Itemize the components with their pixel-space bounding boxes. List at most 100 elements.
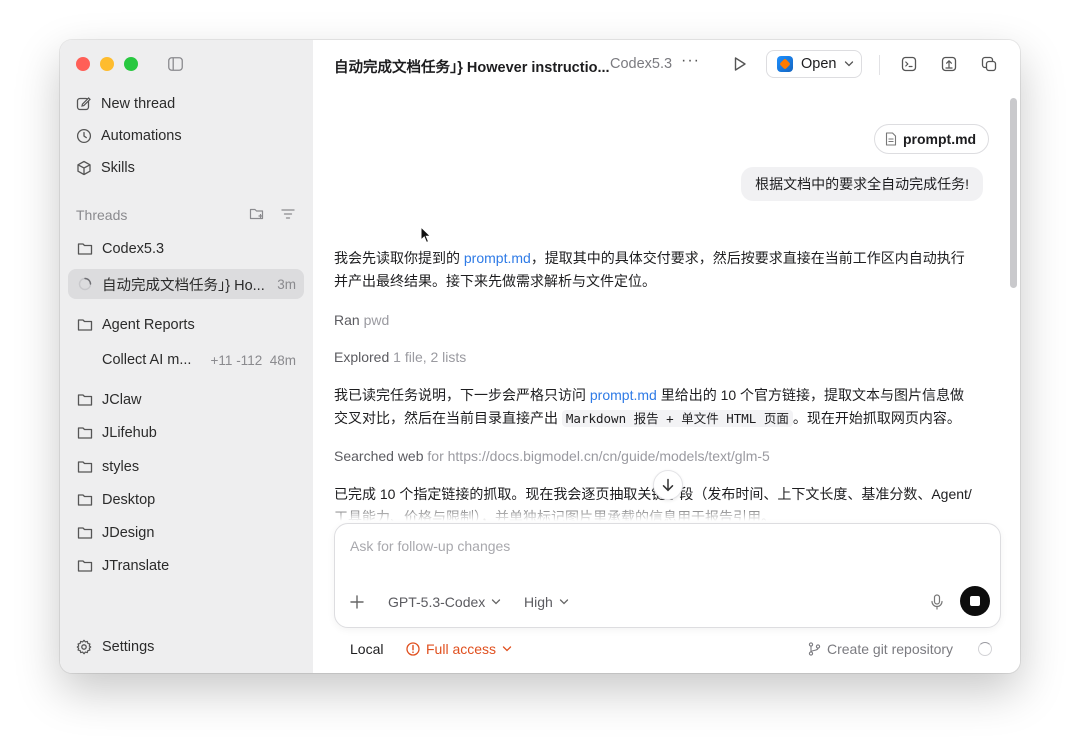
assistant-message: 我会先读取你提到的 prompt.md，提取其中的具体交付要求，然后按要求直接在… bbox=[334, 250, 965, 289]
prompt-file-link[interactable]: prompt.md bbox=[464, 250, 531, 266]
folder-icon bbox=[77, 527, 93, 539]
user-message-bubble: 根据文档中的要求全自动完成任务! bbox=[741, 167, 983, 201]
terminal-icon[interactable] bbox=[901, 56, 917, 72]
open-label: Open bbox=[801, 56, 837, 72]
thread-title: Desktop bbox=[102, 492, 156, 508]
folder-icon bbox=[77, 319, 93, 331]
chevron-down-icon bbox=[502, 646, 512, 652]
loading-spinner-icon bbox=[978, 642, 992, 656]
upload-icon[interactable] bbox=[941, 56, 957, 72]
composer: GPT-5.3-Codex High bbox=[334, 523, 1001, 628]
threads-section-label: Threads bbox=[76, 207, 128, 223]
folder-icon bbox=[77, 394, 93, 406]
folder-icon bbox=[77, 461, 93, 473]
sidebar-folder-codex53[interactable]: Codex5.3 bbox=[68, 234, 304, 264]
sidebar-folder-agent-reports[interactable]: Agent Reports bbox=[68, 310, 304, 340]
thread-title: 自动完成文档任务」} Ho... bbox=[102, 277, 265, 294]
searched-web-log[interactable]: Searched web for https://docs.bigmodel.c… bbox=[334, 448, 770, 464]
settings-label: Settings bbox=[102, 639, 155, 655]
sidebar-folder-jdesign[interactable]: JDesign bbox=[68, 518, 304, 548]
warning-circle-icon bbox=[406, 642, 420, 656]
thread-title: Agent Reports bbox=[102, 317, 195, 333]
cube-icon bbox=[77, 160, 91, 176]
thread-title-heading: 自动完成文档任务」} However instructio... bbox=[334, 60, 610, 76]
new-thread-label: New thread bbox=[101, 96, 176, 112]
sidebar: New thread Automations Skills Threads Co… bbox=[60, 40, 313, 673]
skills-label: Skills bbox=[101, 160, 135, 176]
stop-generation-button[interactable] bbox=[960, 586, 990, 616]
access-level-selector[interactable]: Full access bbox=[406, 641, 512, 657]
chevron-down-icon bbox=[559, 599, 568, 605]
diff-added: +11 bbox=[210, 352, 233, 368]
thread-time: 48m bbox=[269, 352, 296, 368]
maximize-window-button[interactable] bbox=[124, 57, 138, 71]
mouse-cursor-icon bbox=[420, 226, 432, 244]
minimize-window-button[interactable] bbox=[100, 57, 114, 71]
conversation-scrollbar[interactable] bbox=[1010, 98, 1017, 288]
sidebar-thread-active[interactable]: 自动完成文档任务」} Ho... 3m bbox=[68, 269, 304, 299]
main-panel: 自动完成文档任务」} However instructio... Codex5.… bbox=[313, 40, 1020, 673]
thread-diff-stats: +11 -112 48m bbox=[211, 353, 296, 368]
gear-icon bbox=[76, 639, 92, 655]
access-label: Full access bbox=[426, 641, 497, 657]
ran-command-log[interactable]: Ran pwd bbox=[334, 312, 389, 328]
copy-window-icon[interactable] bbox=[981, 56, 997, 72]
git-branch-icon bbox=[808, 642, 821, 656]
app-window: New thread Automations Skills Threads Co… bbox=[60, 40, 1020, 673]
thread-title: styles bbox=[102, 459, 140, 475]
open-in-app-button[interactable]: Open bbox=[766, 50, 862, 78]
clock-icon bbox=[76, 128, 92, 144]
close-window-button[interactable] bbox=[76, 57, 90, 71]
follow-up-input[interactable] bbox=[348, 537, 952, 555]
thread-title: JLifehub bbox=[102, 425, 157, 441]
automations-button[interactable]: Automations bbox=[76, 124, 182, 148]
new-thread-button[interactable]: New thread bbox=[76, 92, 175, 116]
model-selector[interactable]: GPT-5.3-Codex bbox=[388, 594, 501, 610]
prompt-file-link[interactable]: prompt.md bbox=[590, 387, 657, 403]
reasoning-effort-selector[interactable]: High bbox=[524, 594, 569, 610]
filter-threads-button[interactable] bbox=[280, 206, 296, 222]
settings-button[interactable]: Settings bbox=[76, 639, 154, 655]
diff-removed: -112 bbox=[236, 352, 263, 368]
sidebar-toggle-icon[interactable] bbox=[168, 57, 183, 71]
environment-local-button[interactable]: Local bbox=[350, 641, 383, 657]
sidebar-folder-desktop[interactable]: Desktop bbox=[68, 485, 304, 515]
project-name[interactable]: Codex5.3 bbox=[610, 56, 672, 72]
thread-title: Codex5.3 bbox=[102, 241, 165, 257]
skills-button[interactable]: Skills bbox=[76, 156, 135, 180]
thread-time: 3m bbox=[277, 276, 296, 292]
folder-icon bbox=[77, 560, 93, 572]
inline-code: Markdown 报告 + 单文件 HTML 页面 bbox=[561, 410, 793, 427]
sidebar-thread-collect-ai[interactable]: Collect AI m... +11 -112 48m bbox=[68, 345, 304, 375]
sidebar-folder-jtranslate[interactable]: JTranslate bbox=[68, 551, 304, 581]
scroll-to-bottom-button[interactable] bbox=[653, 470, 683, 500]
create-git-repo-button[interactable]: Create git repository bbox=[808, 641, 953, 657]
thread-title: Collect AI m... bbox=[102, 352, 192, 368]
arrow-down-icon bbox=[662, 478, 674, 492]
microphone-icon[interactable] bbox=[930, 594, 944, 610]
effort-label: High bbox=[524, 594, 553, 610]
git-label: Create git repository bbox=[827, 641, 954, 657]
automations-label: Automations bbox=[101, 128, 182, 144]
file-icon bbox=[885, 132, 897, 146]
title-bar: 自动完成文档任务」} However instructio... Codex5.… bbox=[313, 40, 1020, 90]
model-label: GPT-5.3-Codex bbox=[388, 594, 486, 610]
sidebar-folder-jclaw[interactable]: JClaw bbox=[68, 385, 304, 415]
sidebar-folder-styles[interactable]: styles bbox=[68, 452, 304, 482]
explored-log[interactable]: Explored 1 file, 2 lists bbox=[334, 349, 466, 365]
folder-icon bbox=[77, 243, 93, 255]
sidebar-folder-jlifehub[interactable]: JLifehub bbox=[68, 418, 304, 448]
folder-add-icon bbox=[249, 208, 264, 220]
chevron-down-icon bbox=[845, 61, 854, 67]
assistant-message: 我已读完任务说明，下一步会严格只访问 prompt.md 里给出的 10 个官方… bbox=[334, 387, 965, 427]
stop-icon bbox=[970, 596, 980, 606]
attachment-name: prompt.md bbox=[903, 131, 977, 147]
attachment-chip[interactable]: prompt.md bbox=[874, 124, 990, 154]
new-folder-button[interactable] bbox=[249, 206, 265, 222]
folder-icon bbox=[77, 494, 93, 506]
add-attachment-icon[interactable] bbox=[349, 594, 365, 610]
more-options-button[interactable]: ··· bbox=[681, 52, 700, 70]
app-icon bbox=[777, 56, 793, 72]
play-icon[interactable] bbox=[733, 56, 747, 72]
chevron-down-icon bbox=[492, 599, 501, 605]
